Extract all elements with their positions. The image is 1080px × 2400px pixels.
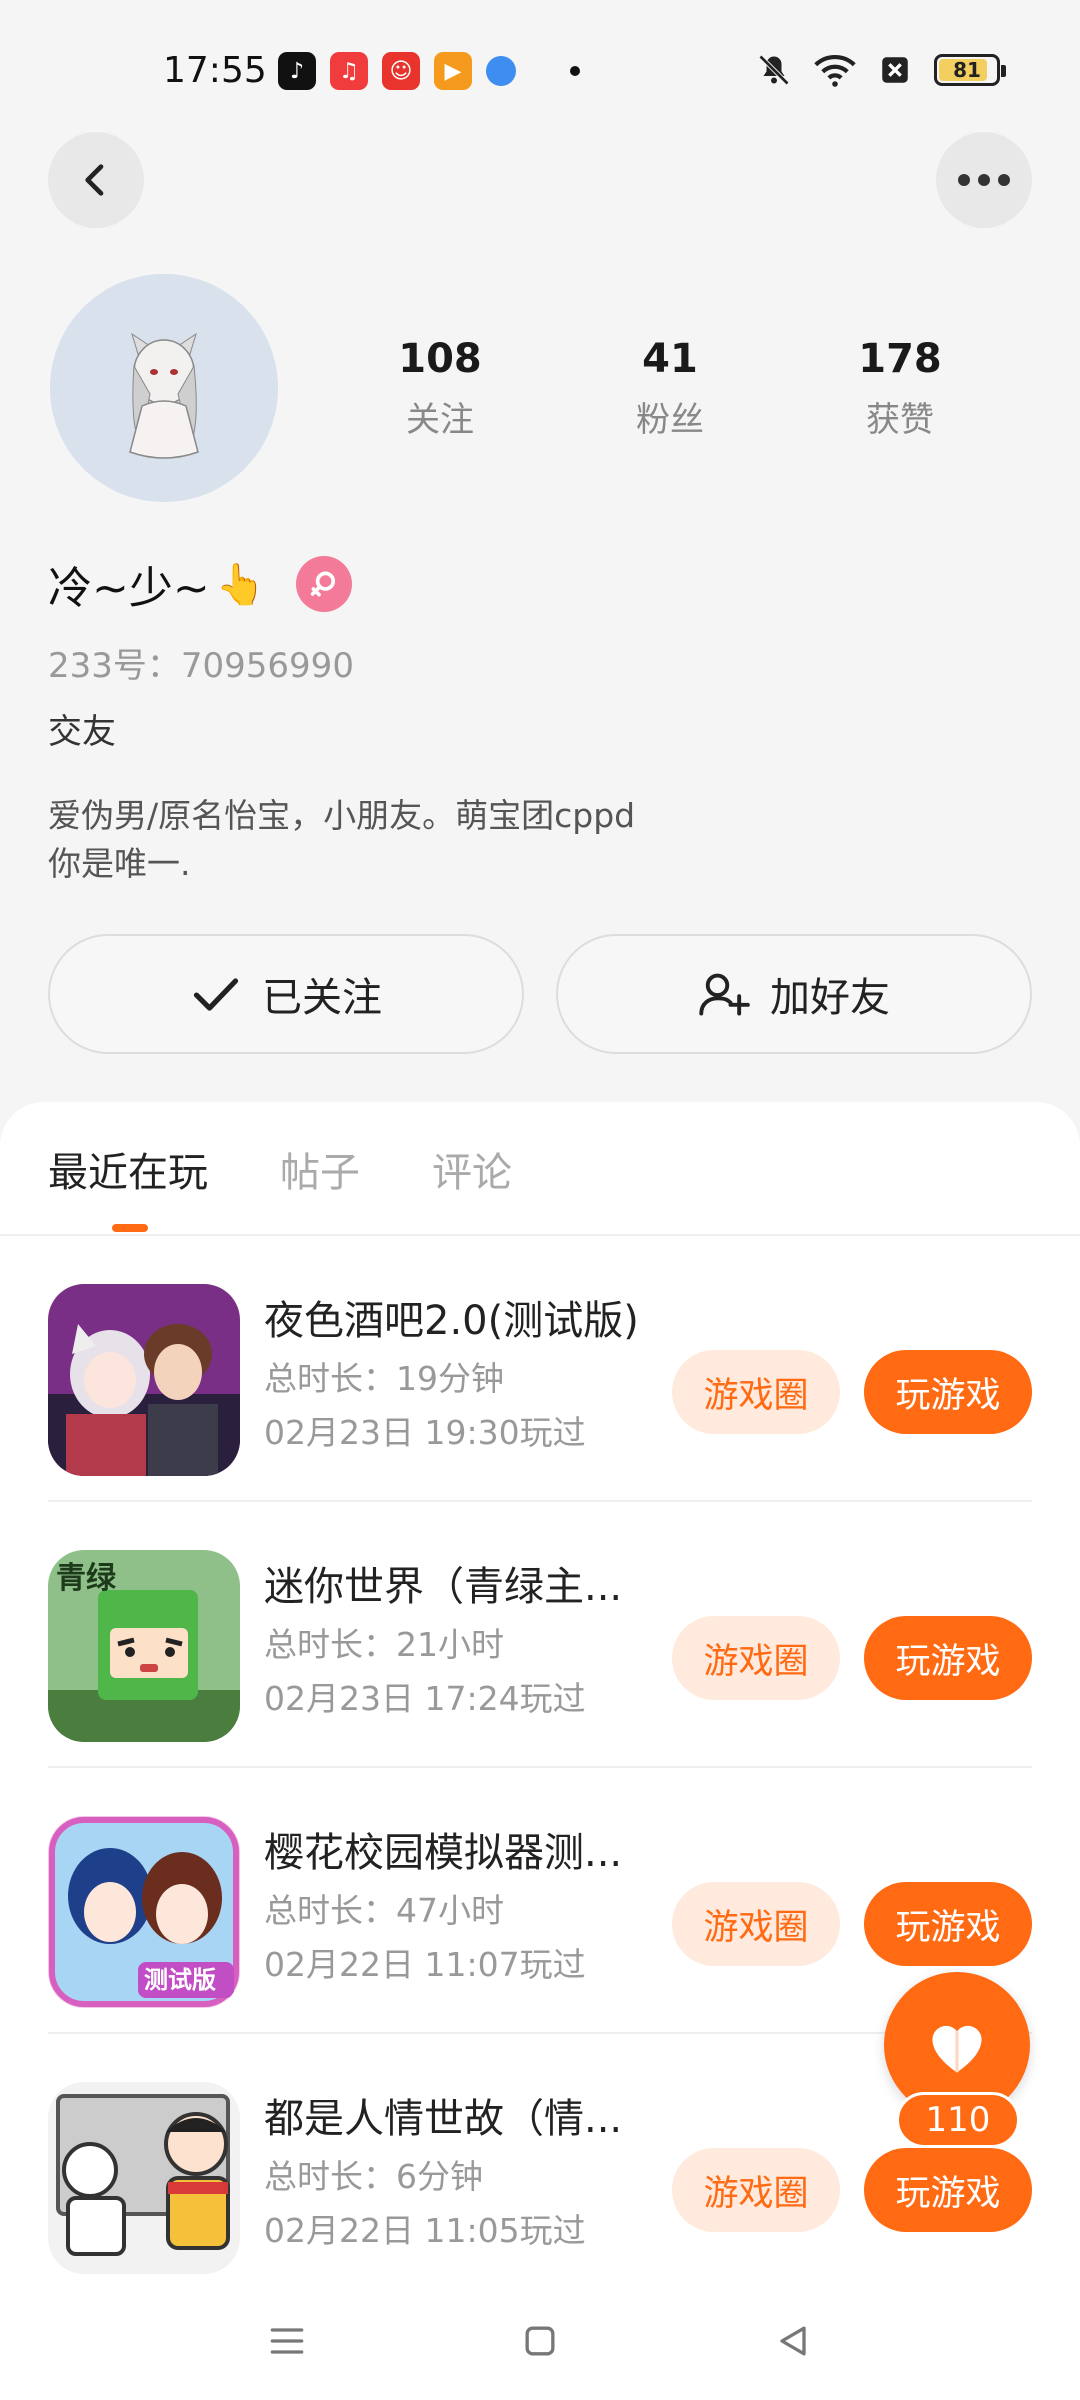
- svg-text:青绿: 青绿: [56, 1561, 117, 1596]
- like-count-badge: 110: [896, 2092, 1020, 2148]
- username: 冷~少~: [48, 563, 210, 614]
- back-button[interactable]: [48, 132, 144, 228]
- checkmark-icon: [193, 978, 239, 1011]
- stat-number: 108: [398, 336, 482, 382]
- menu-icon[interactable]: [265, 2319, 309, 2363]
- followed-button[interactable]: 已关注: [48, 934, 524, 1054]
- tab-bar: 最近在玩 帖子 评论: [48, 1140, 512, 1198]
- game-last-played: 02月22日 11:05玩过: [264, 2211, 586, 2250]
- game-icon-sakura-school[interactable]: 测试版: [48, 1816, 240, 2008]
- notification-dot: [570, 66, 580, 76]
- add-user-icon: [699, 973, 750, 1016]
- game-title: 夜色酒吧2.0(测试版): [264, 1298, 639, 1344]
- game-title: 樱花校园模拟器测...: [264, 1830, 623, 1876]
- home-icon[interactable]: [518, 2319, 562, 2363]
- status-bar: 17:55 ♪ ♫ ☺ ▶ 81: [0, 0, 1080, 140]
- tab-posts[interactable]: 帖子: [280, 1140, 360, 1198]
- game-duration: 总时长：47小时: [264, 1891, 504, 1930]
- game-icon-nightclub[interactable]: [48, 1284, 240, 1476]
- pointing-hand-emoji: 👆: [215, 561, 266, 608]
- add-friend-button[interactable]: 加好友: [556, 934, 1032, 1054]
- tab-comments[interactable]: 评论: [432, 1140, 512, 1198]
- chat-icon: ☺: [382, 52, 420, 90]
- more-options-button[interactable]: [936, 132, 1032, 228]
- game-circle-button[interactable]: 游戏圈: [672, 1350, 840, 1434]
- game-circle-button[interactable]: 游戏圈: [672, 1616, 840, 1700]
- game-last-played: 02月23日 19:30玩过: [264, 1413, 586, 1452]
- game-title: 迷你世界（青绿主...: [264, 1564, 623, 1610]
- wifi-icon: [814, 54, 856, 87]
- mute-icon: [758, 54, 790, 86]
- female-gender-icon: [295, 556, 352, 612]
- game-duration: 总时长：6分钟: [264, 2157, 483, 2196]
- user-bio: 爱伪男/原名怡宝，小朋友。萌宝团cppd你是唯一.: [48, 796, 636, 883]
- add-friend-label: 加好友: [770, 975, 890, 1021]
- music-icon: ♫: [330, 52, 368, 90]
- status-time: 17:55: [163, 50, 267, 91]
- followed-label: 已关注: [262, 975, 382, 1021]
- play-game-button[interactable]: 玩游戏: [864, 1350, 1032, 1434]
- avatar-illustration: [50, 274, 278, 502]
- no-sim-icon: [882, 57, 908, 83]
- game-icon-social-skills[interactable]: [48, 2082, 240, 2274]
- game-circle-button[interactable]: 游戏圈: [672, 2148, 840, 2232]
- status-app-icons: ♪ ♫ ☺ ▶: [278, 52, 580, 90]
- stat-label: 获赞: [866, 400, 934, 440]
- browser-icon: [486, 56, 516, 86]
- game-list-item[interactable]: 测试版 樱花校园模拟器测... 总时长：47小时 02月22日 11:07玩过 …: [48, 1768, 1032, 2034]
- game-last-played: 02月22日 11:07玩过: [264, 1945, 586, 1984]
- game-list-item[interactable]: 夜色酒吧2.0(测试版) 总时长：19分钟 02月23日 19:30玩过 游戏圈…: [48, 1236, 1032, 1502]
- game-circle-button[interactable]: 游戏圈: [672, 1882, 840, 1966]
- video-icon: ▶: [434, 52, 472, 90]
- stat-label: 关注: [406, 400, 474, 440]
- play-game-button[interactable]: 玩游戏: [864, 1882, 1032, 1966]
- user-id: 233号：70956990: [48, 646, 354, 686]
- avatar[interactable]: [50, 274, 278, 502]
- game-list-item[interactable]: 都是人情世故（情... 总时长：6分钟 02月22日 11:05玩过 游戏圈 玩…: [48, 2034, 1032, 2282]
- game-title: 都是人情世故（情...: [264, 2096, 623, 2142]
- stat-number: 41: [642, 336, 698, 382]
- stat-label: 粉丝: [636, 400, 704, 440]
- tab-recently-played[interactable]: 最近在玩: [48, 1140, 208, 1198]
- name-row: 冷~少~ 👆: [48, 552, 352, 616]
- profile-stats: 108 关注 41 粉丝 178 获赞: [360, 336, 980, 441]
- back-arrow-icon: [85, 164, 104, 196]
- stat-followers[interactable]: 41 粉丝: [590, 336, 750, 441]
- stat-likes[interactable]: 178 获赞: [820, 336, 980, 441]
- back-triangle-icon[interactable]: [771, 2319, 815, 2363]
- stat-number: 178: [858, 336, 942, 382]
- tiktok-icon: ♪: [278, 52, 316, 90]
- more-dots-icon: [958, 174, 1010, 186]
- heart-icon: [932, 2025, 982, 2073]
- game-duration: 总时长：19分钟: [264, 1359, 504, 1398]
- user-tag: 交友: [48, 712, 116, 752]
- svg-text:测试版: 测试版: [144, 1966, 216, 1994]
- system-nav-bar: [0, 2282, 1080, 2400]
- tab-indicator: [112, 1224, 148, 1232]
- battery-icon: 81: [934, 54, 1006, 86]
- game-duration: 总时长：21小时: [264, 1625, 504, 1664]
- play-game-button[interactable]: 玩游戏: [864, 1616, 1032, 1700]
- game-last-played: 02月23日 17:24玩过: [264, 1679, 586, 1718]
- game-icon-mini-world[interactable]: 青绿: [48, 1550, 240, 1742]
- status-right: 81: [756, 52, 1006, 88]
- play-game-button[interactable]: 玩游戏: [864, 2148, 1032, 2232]
- stat-following[interactable]: 108 关注: [360, 336, 520, 441]
- game-list-item[interactable]: 青绿 迷你世界（青绿主... 总时长：21小时 02月23日 17:24玩过 游…: [48, 1502, 1032, 1768]
